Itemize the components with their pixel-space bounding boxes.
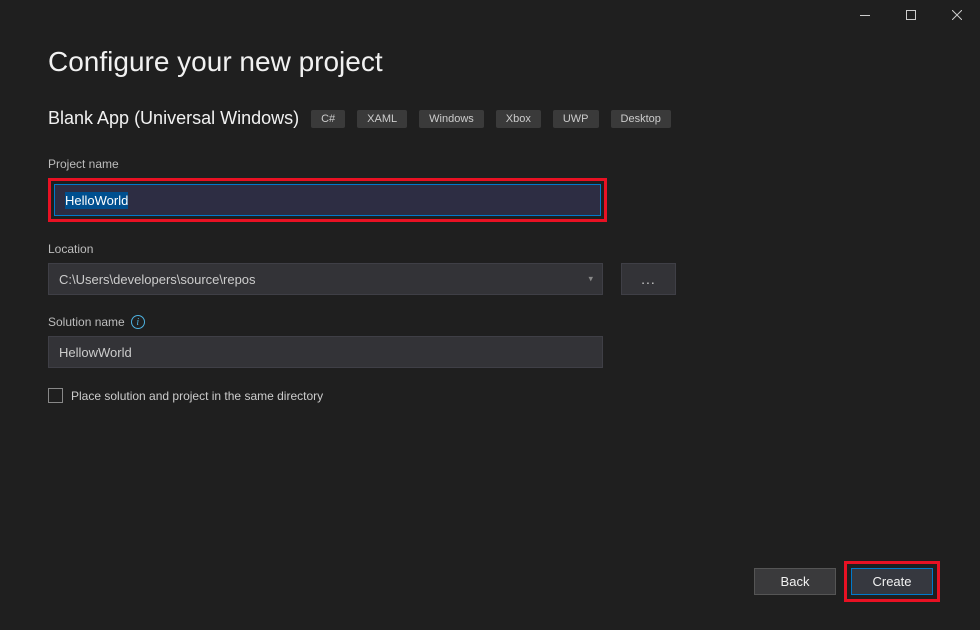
tag-desktop: Desktop <box>611 110 671 128</box>
create-button[interactable]: Create <box>851 568 933 595</box>
page-title: Configure your new project <box>48 46 932 78</box>
location-input[interactable] <box>48 263 603 295</box>
tag-uwp: UWP <box>553 110 599 128</box>
maximize-button[interactable] <box>888 0 934 30</box>
project-name-highlight: HelloWorld <box>48 178 607 222</box>
template-name: Blank App (Universal Windows) <box>48 108 299 129</box>
minimize-button[interactable] <box>842 0 888 30</box>
project-name-input[interactable]: HelloWorld <box>54 184 601 216</box>
tag-xbox: Xbox <box>496 110 541 128</box>
same-directory-label: Place solution and project in the same d… <box>71 389 323 403</box>
create-button-highlight: Create <box>844 561 940 602</box>
location-label: Location <box>48 242 932 256</box>
solution-name-input[interactable] <box>48 336 603 368</box>
tag-csharp: C# <box>311 110 345 128</box>
template-row: Blank App (Universal Windows) C# XAML Wi… <box>48 108 932 129</box>
info-icon[interactable]: i <box>131 315 145 329</box>
back-button[interactable]: Back <box>754 568 836 595</box>
tag-windows: Windows <box>419 110 484 128</box>
solution-name-label: Solution name i <box>48 315 932 329</box>
project-name-label: Project name <box>48 157 932 171</box>
footer: Back Create <box>754 561 940 602</box>
same-directory-checkbox[interactable] <box>48 388 63 403</box>
titlebar <box>0 0 980 30</box>
close-button[interactable] <box>934 0 980 30</box>
browse-button[interactable]: ... <box>621 263 676 295</box>
tag-xaml: XAML <box>357 110 407 128</box>
